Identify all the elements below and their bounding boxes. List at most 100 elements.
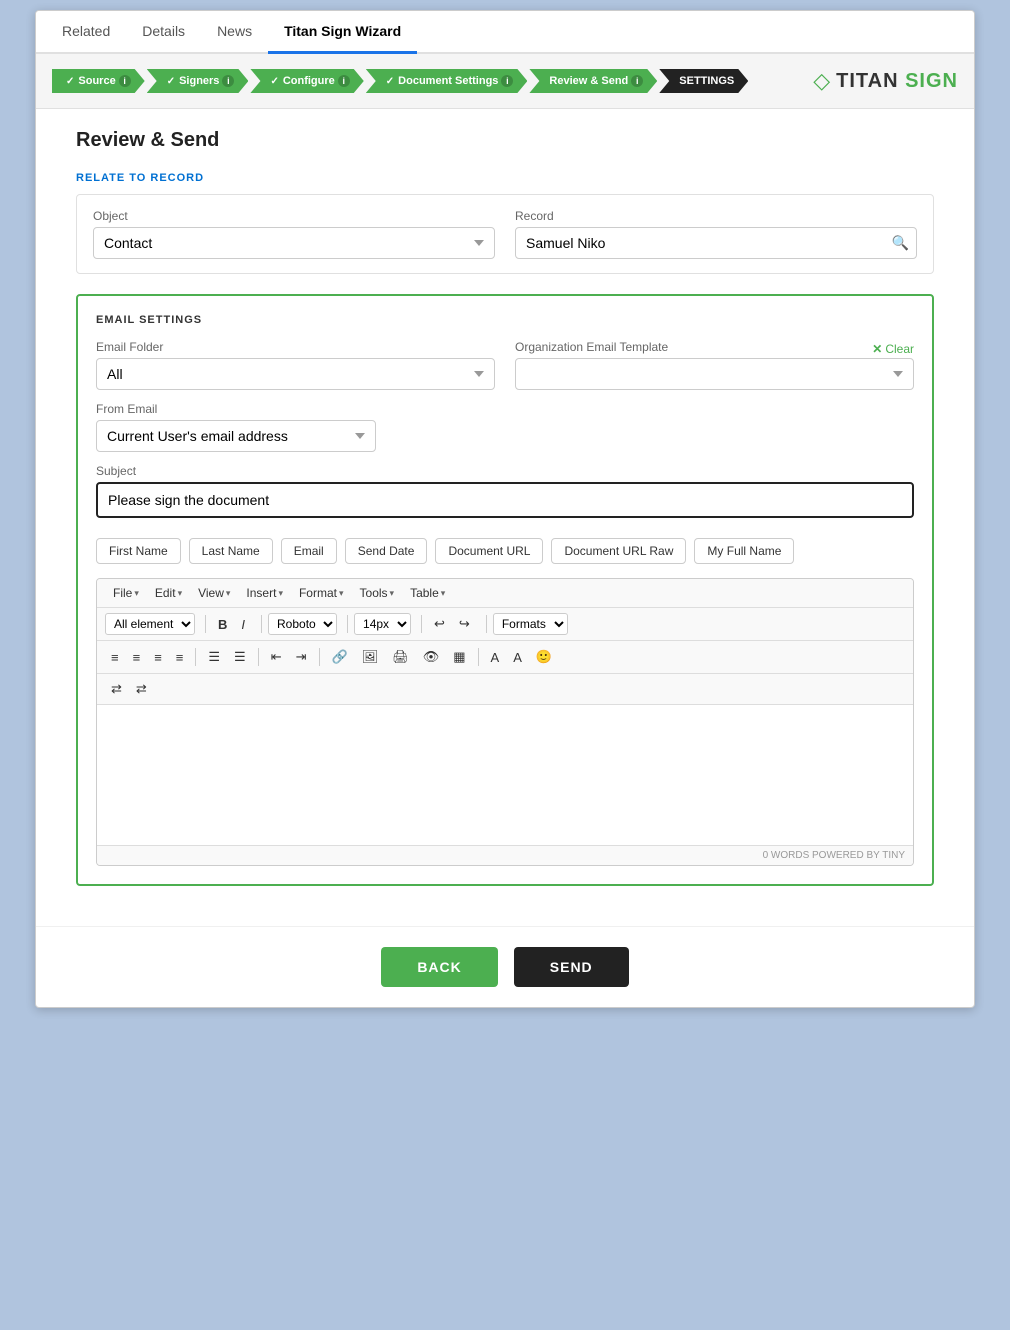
menu-tools-arrow: ▾ (390, 588, 395, 599)
tab-titan-sign-wizard[interactable]: Titan Sign Wizard (268, 11, 417, 54)
toolbar-sep-7 (258, 648, 259, 666)
menu-view-arrow: ▾ (226, 588, 231, 599)
formats-select[interactable]: Formats (493, 613, 568, 635)
email-folder-field: Email Folder All (96, 340, 495, 390)
clear-x-icon: ✕ (872, 342, 882, 356)
menu-table-arrow: ▾ (441, 588, 446, 599)
toolbar-sep-8 (319, 648, 320, 666)
token-document-url[interactable]: Document URL (435, 538, 543, 564)
object-label: Object (93, 209, 495, 223)
menu-tools[interactable]: Tools ▾ (352, 583, 403, 603)
toolbar-sep-2 (261, 615, 262, 633)
from-email-select[interactable]: Current User's email address (96, 420, 376, 452)
indent-button[interactable]: ⇥ (290, 646, 313, 668)
editor-body[interactable] (97, 705, 913, 845)
back-button[interactable]: BACK (381, 947, 497, 987)
step-signers[interactable]: ✓ Signers i (147, 69, 249, 93)
from-email-label: From Email (96, 402, 914, 416)
font-family-select[interactable]: Roboto (268, 613, 337, 635)
numbered-list-button[interactable]: ☰ (228, 646, 252, 668)
record-input[interactable] (515, 227, 917, 259)
object-field: Object Contact (93, 209, 495, 259)
element-selector[interactable]: All element (105, 613, 195, 635)
menu-insert[interactable]: Insert ▾ (238, 583, 291, 603)
text-color-button[interactable]: A (485, 647, 506, 668)
step-settings-label: SETTINGS (679, 75, 734, 87)
bg-color-button[interactable]: A (507, 647, 528, 668)
token-email[interactable]: Email (281, 538, 337, 564)
editor-toolbar-2: ≡ ≡ ≡ ≡ ☰ ☰ ⇤ ⇥ 🔗 🖼 🖨 👁 ▦ (97, 641, 913, 674)
image-button[interactable]: 🖼 (356, 646, 385, 668)
italic-button[interactable]: I (235, 614, 251, 635)
step-check-icon: ✓ (66, 76, 74, 87)
rtl-button[interactable]: ⇄ (130, 678, 153, 700)
editor-toolbar-1: All element B I Roboto (97, 608, 913, 641)
token-last-name[interactable]: Last Name (189, 538, 273, 564)
font-size-select[interactable]: 14px (354, 613, 411, 635)
align-center-button[interactable]: ≡ (127, 647, 147, 668)
step-source[interactable]: ✓ Source i (52, 69, 145, 93)
token-document-url-raw[interactable]: Document URL Raw (551, 538, 686, 564)
align-justify-button[interactable]: ≡ (170, 647, 190, 668)
object-select[interactable]: Contact (93, 227, 495, 259)
outdent-button[interactable]: ⇤ (265, 646, 288, 668)
menu-edit[interactable]: Edit ▾ (147, 583, 190, 603)
align-right-button[interactable]: ≡ (148, 647, 168, 668)
rich-text-editor: File ▾ Edit ▾ View ▾ Insert ▾ Format ▾ T… (96, 578, 914, 866)
relate-section-label: RELATE TO RECORD (76, 172, 934, 184)
print-button[interactable]: 🖨 (386, 646, 415, 668)
step-check-icon-2: ✓ (167, 76, 175, 87)
clear-button[interactable]: ✕ Clear (872, 342, 914, 356)
tab-bar: Related Details News Titan Sign Wizard (36, 11, 974, 54)
menu-file[interactable]: File ▾ (105, 583, 147, 603)
editor-toolbar-3: ⇄ ⇄ (97, 674, 913, 705)
toolbar-sep-3 (347, 615, 348, 633)
email-folder-select[interactable]: All (96, 358, 495, 390)
tab-related[interactable]: Related (46, 11, 126, 54)
bottom-bar: BACK SEND (36, 926, 974, 1007)
step-review-send-label: Review & Send (549, 75, 628, 87)
step-check-icon-4: ✓ (386, 76, 394, 87)
editor-content-area[interactable] (97, 705, 913, 845)
menu-view[interactable]: View ▾ (190, 583, 238, 603)
menu-table[interactable]: Table ▾ (402, 583, 453, 603)
relate-to-record-section: Object Contact Record 🔍 (76, 194, 934, 274)
table-insert-button[interactable]: ▦ (447, 646, 471, 668)
token-first-name[interactable]: First Name (96, 538, 181, 564)
page-title: Review & Send (76, 129, 934, 152)
menu-insert-arrow: ▾ (278, 588, 283, 599)
link-button[interactable]: 🔗 (326, 646, 354, 668)
step-check-icon-3: ✓ (270, 76, 278, 87)
editor-footer: 0 WORDS POWERED BY TINY (97, 845, 913, 865)
tab-details[interactable]: Details (126, 11, 201, 54)
send-button[interactable]: SEND (514, 947, 629, 987)
logo-text: TITAN SIGN (836, 70, 958, 93)
toolbar-sep-4 (421, 615, 422, 633)
token-my-full-name[interactable]: My Full Name (694, 538, 794, 564)
menu-edit-arrow: ▾ (178, 588, 183, 599)
undo-button[interactable]: ↩ (428, 613, 451, 635)
org-template-field: Organization Email Template ✕ Clear (515, 340, 914, 390)
step-settings[interactable]: SETTINGS (659, 69, 748, 93)
step-configure[interactable]: ✓ Configure i (250, 69, 363, 93)
subject-input[interactable] (96, 482, 914, 518)
step-info-icon-2: i (222, 75, 234, 87)
record-field: Record 🔍 (515, 209, 917, 259)
toolbar-sep-6 (195, 648, 196, 666)
ltr-button[interactable]: ⇄ (105, 678, 128, 700)
step-review-send[interactable]: Review & Send i (529, 69, 657, 93)
token-send-date[interactable]: Send Date (345, 538, 428, 564)
bullet-list-button[interactable]: ☰ (202, 646, 226, 668)
align-left-button[interactable]: ≡ (105, 647, 125, 668)
redo-button[interactable]: ↪ (453, 613, 476, 635)
emoji-button[interactable]: 🙂 (530, 646, 558, 668)
bold-button[interactable]: B (212, 614, 233, 635)
step-document-settings[interactable]: ✓ Document Settings i (366, 69, 528, 93)
preview-button[interactable]: 👁 (417, 646, 446, 668)
step-info-icon-4: i (501, 75, 513, 87)
menu-format[interactable]: Format ▾ (291, 583, 352, 603)
org-template-select[interactable] (515, 358, 914, 390)
email-settings-section: EMAIL SETTINGS Email Folder All Organiza… (76, 294, 934, 886)
step-info-icon-5: i (631, 75, 643, 87)
tab-news[interactable]: News (201, 11, 268, 54)
